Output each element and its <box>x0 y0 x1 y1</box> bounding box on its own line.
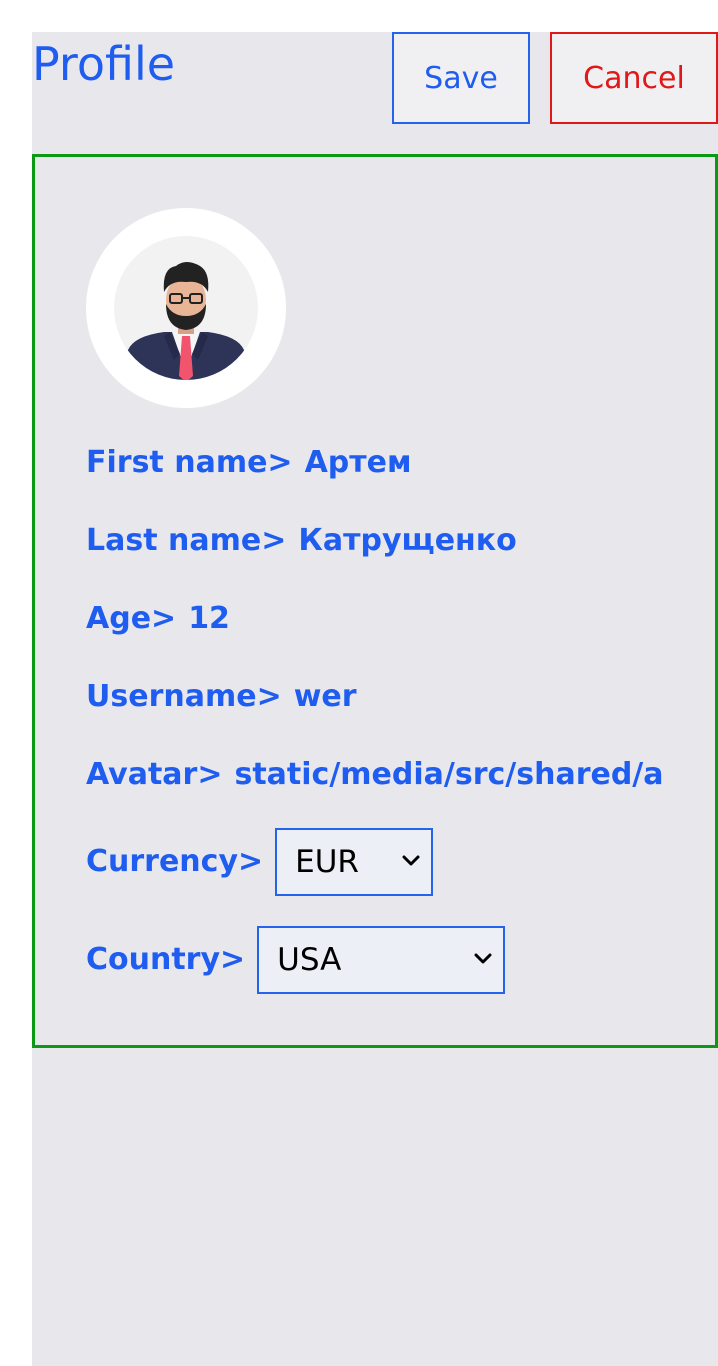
avatar-image <box>114 236 258 380</box>
chevron-down-icon <box>474 953 492 964</box>
save-button[interactable]: Save <box>392 32 530 124</box>
country-row: Country> USA <box>86 926 506 994</box>
country-selected-value: USA <box>277 942 342 978</box>
page-title: Profile <box>32 37 176 91</box>
currency-row: Currency> EUR <box>86 828 434 896</box>
last-name-row: Last name> Катрущенко <box>86 523 517 559</box>
first-name-value: Артем <box>304 445 412 480</box>
last-name-label: Last name> <box>86 523 287 558</box>
currency-select[interactable]: EUR <box>275 828 434 896</box>
chevron-down-icon <box>402 855 420 866</box>
first-name-label: First name> <box>86 445 293 480</box>
currency-label: Currency> <box>86 844 264 879</box>
currency-selected-value: EUR <box>295 844 359 880</box>
avatar <box>86 208 286 408</box>
username-value: wer <box>293 679 357 714</box>
age-value: 12 <box>188 601 230 636</box>
age-row: Age> 12 <box>86 601 230 637</box>
avatar-value: static/media/src/shared/ass <box>234 757 664 792</box>
country-label: Country> <box>86 942 246 977</box>
avatar-label: Avatar> <box>86 757 223 792</box>
cancel-button[interactable]: Cancel <box>550 32 718 124</box>
username-label: Username> <box>86 679 282 714</box>
country-select[interactable]: USA <box>257 926 506 994</box>
username-row: Username> wer <box>86 679 357 715</box>
profile-page: Profile Save Cancel First name> Артем La… <box>32 32 718 1366</box>
profile-card: First name> Артем Last name> Катрущенко … <box>32 154 718 1048</box>
avatar-row: Avatar> static/media/src/shared/ass <box>86 757 664 793</box>
first-name-row: First name> Артем <box>86 445 412 481</box>
last-name-value: Катрущенко <box>298 523 517 558</box>
age-label: Age> <box>86 601 177 636</box>
